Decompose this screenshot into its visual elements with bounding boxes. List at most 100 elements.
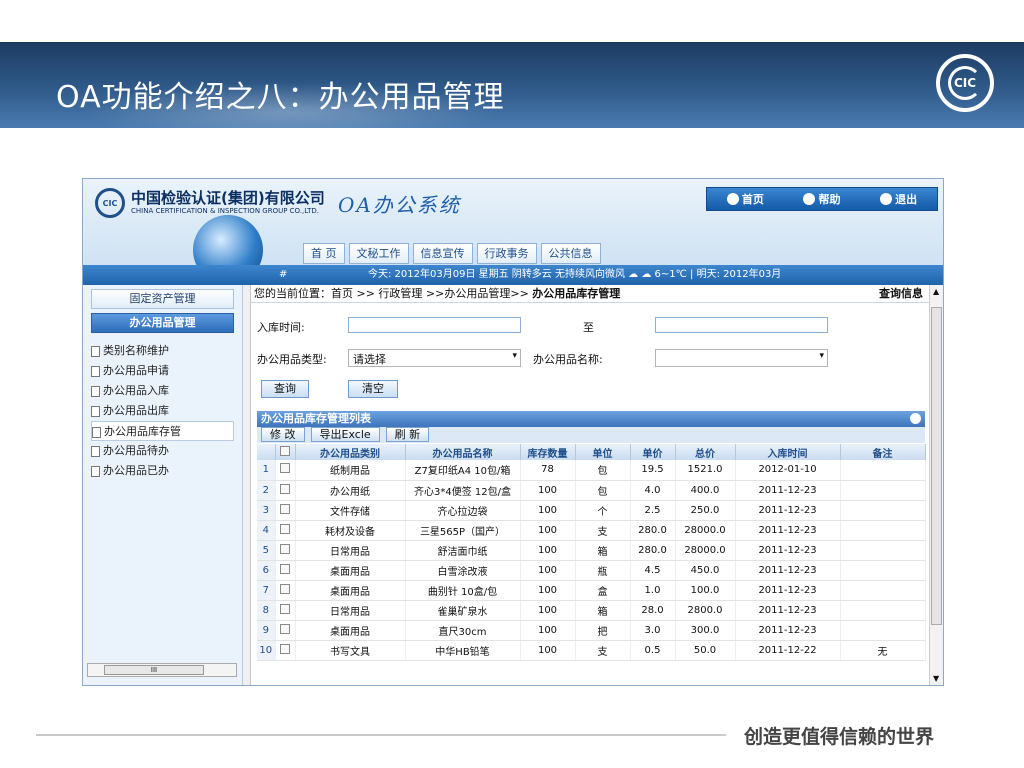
table-cell: 10: [257, 640, 276, 661]
checkbox-cell[interactable]: [275, 500, 296, 521]
help-label: 帮助: [818, 193, 841, 206]
table-cell: 1521.0: [675, 460, 736, 481]
checkbox-cell[interactable]: [275, 480, 296, 501]
table-cell: 2011-12-23: [735, 560, 841, 581]
row-checkbox[interactable]: [280, 643, 290, 654]
query-button[interactable]: 查询: [261, 380, 309, 398]
table-cell: 包: [575, 480, 631, 501]
select-all-checkbox[interactable]: [275, 444, 296, 460]
scroll-up-icon[interactable]: ▲: [933, 287, 939, 296]
table-cell: 把: [575, 620, 631, 641]
type-select[interactable]: 请选择: [348, 349, 521, 367]
row-checkbox[interactable]: [280, 523, 290, 534]
sidebar: 固定资产管理 办公用品管理 类别名称维护 办公用品申请 办公用品入库 办公用品出…: [83, 285, 243, 685]
checkbox-cell[interactable]: [275, 460, 296, 481]
collapse-icon[interactable]: [910, 413, 921, 424]
sidebar-item-category[interactable]: 类别名称维护: [83, 341, 242, 361]
main-nav: 首 页 文秘工作 信息宣传 行政事务 公共信息: [303, 243, 601, 264]
table-cell: [840, 520, 926, 541]
breadcrumb-current: 办公用品库存管理: [532, 287, 621, 300]
sidebar-item-apply[interactable]: 办公用品申请: [83, 361, 242, 381]
table-row[interactable]: 5 日常用品 舒洁面巾纸 100 箱 280.0 28000.0 2011-12-23: [257, 540, 926, 561]
table-row[interactable]: 7 桌面用品 曲别针 10盒/包 100 盒 1.0 100.0 2011-12-23: [257, 580, 926, 601]
table-cell: 100: [520, 480, 576, 501]
tab-admin[interactable]: 行政事务: [476, 243, 537, 264]
vertical-scroll-thumb[interactable]: [931, 307, 942, 625]
query-info-toggle[interactable]: 查询信息: [879, 285, 923, 303]
logout-link[interactable]: 退出: [880, 191, 917, 207]
row-checkbox[interactable]: [280, 483, 290, 494]
table-row[interactable]: 9 桌面用品 直尺30cm 100 把 3.0 300.0 2011-12-23: [257, 620, 926, 641]
table-cell: [840, 580, 926, 601]
checkbox-cell[interactable]: [275, 600, 296, 621]
table-cell: 2: [257, 480, 276, 501]
sidebar-cat-fixed-assets[interactable]: 固定资产管理: [91, 289, 234, 309]
panel-splitter[interactable]: [243, 285, 251, 685]
row-checkbox[interactable]: [280, 623, 290, 634]
export-button[interactable]: 导出Excle: [310, 427, 380, 442]
tab-public-info[interactable]: 公共信息: [540, 243, 601, 264]
table-cell: 100: [520, 580, 576, 601]
row-checkbox[interactable]: [280, 603, 290, 614]
table-cell: 直尺30cm: [405, 620, 521, 641]
row-checkbox[interactable]: [280, 463, 290, 474]
table-row[interactable]: 2 办公用纸 齐心3*4便签 12包/盒 100 包 4.0 400.0 2011-12-23: [257, 480, 926, 501]
table-row[interactable]: 6 桌面用品 白雪涂改液 100 瓶 4.5 450.0 2011-12-23: [257, 560, 926, 581]
sidebar-item-pending[interactable]: 办公用品待办: [83, 441, 242, 461]
clear-button[interactable]: 清空: [348, 380, 398, 398]
checkbox-cell[interactable]: [275, 520, 296, 541]
table-cell: Z7复印纸A4 10包/箱: [405, 460, 521, 481]
checkbox-cell[interactable]: [275, 640, 296, 661]
table-cell: 100: [520, 500, 576, 521]
checkbox-cell[interactable]: [275, 560, 296, 581]
company-name: 中国检验认证(集团)有限公司: [131, 189, 325, 207]
name-select[interactable]: [655, 349, 828, 367]
date-from-input[interactable]: [348, 317, 521, 333]
sidebar-item-done[interactable]: 办公用品已办: [83, 461, 242, 481]
table-cell: 3: [257, 500, 276, 521]
table-row[interactable]: 3 文件存储 齐心拉边袋 100 个 2.5 250.0 2011-12-23: [257, 500, 926, 521]
table-cell: 中华HB铅笔: [405, 640, 521, 661]
home-link[interactable]: 首页: [726, 191, 764, 207]
row-checkbox[interactable]: [280, 563, 290, 574]
tab-secretary[interactable]: 文秘工作: [348, 243, 409, 264]
table-cell: 舒洁面巾纸: [405, 540, 521, 561]
refresh-button[interactable]: 刷 新: [385, 427, 430, 442]
table-row[interactable]: 8 日常用品 雀巢矿泉水 100 箱 28.0 2800.0 2011-12-23: [257, 600, 926, 621]
company-logo-icon: CIC: [95, 188, 125, 218]
table-cell: 三星565P（国产）: [405, 520, 521, 541]
date-to-input[interactable]: [655, 317, 828, 333]
table-row[interactable]: 4 耗材及设备 三星565P（国产） 100 支 280.0 28000.0 2011-12-…: [257, 520, 926, 541]
sidebar-cat-office-supplies[interactable]: 办公用品管理: [91, 313, 234, 333]
tab-home[interactable]: 首 页: [303, 243, 345, 264]
table-row[interactable]: 1 纸制用品 Z7复印纸A4 10包/箱 78 包 19.5 1521.0 2012-01-1…: [257, 460, 926, 481]
sidebar-item-stock-in[interactable]: 办公用品入库: [83, 381, 242, 401]
sidebar-item-inventory[interactable]: 办公用品库存管: [91, 421, 234, 441]
sidebar-item-stock-out[interactable]: 办公用品出库: [83, 401, 242, 421]
row-checkbox[interactable]: [280, 503, 290, 514]
table-cell: 100: [520, 640, 576, 661]
help-link[interactable]: 帮助: [803, 191, 840, 207]
row-checkbox[interactable]: [280, 543, 290, 554]
inventory-table: 办公用品类别 办公用品名称 库存数量 单位 单价 总价 入库时间 备注 1 纸制用品 Z7复印纸A…: [257, 444, 926, 661]
table-cell: 100: [520, 560, 576, 581]
checkbox-icon[interactable]: [280, 445, 290, 456]
table-cell: 齐心3*4便签 12包/盒: [405, 480, 521, 501]
checkbox-cell[interactable]: [275, 540, 296, 561]
table-row[interactable]: 10 书写文具 中华HB铅笔 100 支 0.5 50.0 2011-12-22 无: [257, 640, 926, 661]
table-header: 办公用品类别 办公用品名称 库存数量 单位 单价 总价 入库时间 备注: [257, 444, 926, 460]
table-cell: 300.0: [675, 620, 736, 641]
checkbox-cell[interactable]: [275, 580, 296, 601]
row-checkbox[interactable]: [280, 583, 290, 594]
table-cell: 50.0: [675, 640, 736, 661]
table-cell: 办公用纸: [295, 480, 406, 501]
scroll-down-icon[interactable]: ▼: [933, 674, 939, 683]
checkbox-cell[interactable]: [275, 620, 296, 641]
table-cell: 100: [520, 620, 576, 641]
edit-button[interactable]: 修 改: [261, 427, 305, 442]
sidebar-scrollbar[interactable]: III: [87, 663, 237, 677]
tab-publicity[interactable]: 信息宣传: [412, 243, 473, 264]
vertical-scrollbar[interactable]: ▲ ▼: [929, 285, 943, 685]
scroll-thumb[interactable]: III: [104, 665, 204, 675]
oa-screenshot: CIC 中国检验认证(集团)有限公司 CHINA CERTIFICATION &…: [82, 178, 944, 686]
